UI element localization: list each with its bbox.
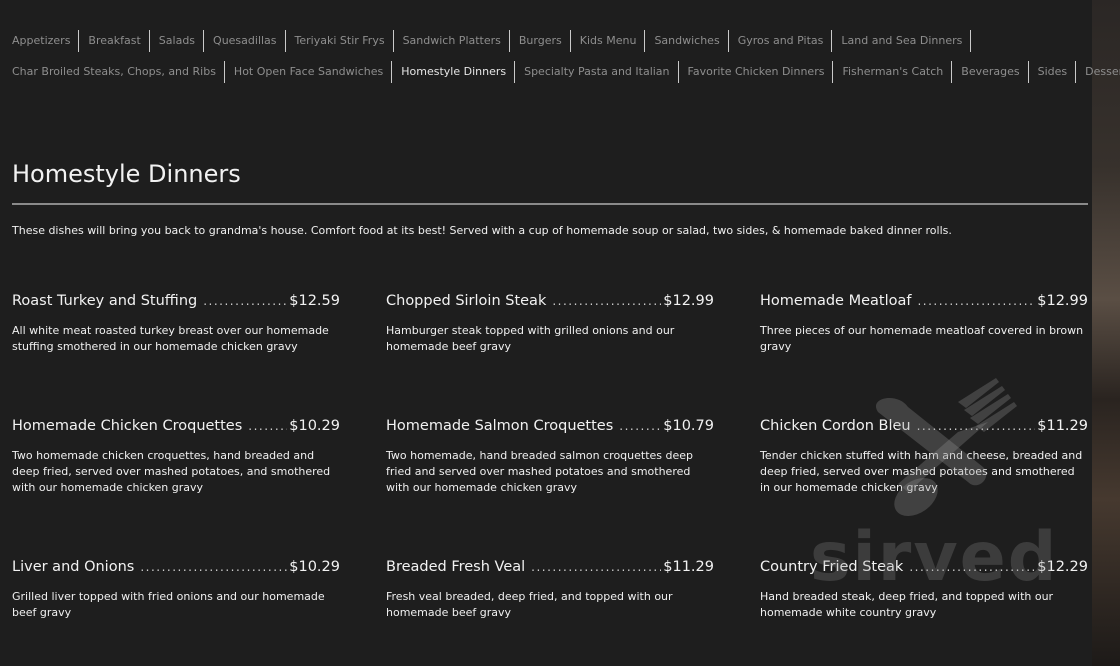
nav-item-fishermans-catch[interactable]: Fisherman's Catch: [842, 61, 953, 83]
dish-name: Homemade Chicken Croquettes: [12, 418, 243, 434]
dish-price: $10.29: [289, 418, 340, 434]
leader-dots: ........................................…: [140, 560, 288, 574]
dish-item: Liver and Onions........................…: [12, 559, 340, 621]
dish-description: Fresh veal breaded, deep fried, and topp…: [386, 590, 673, 619]
dish-price: $12.99: [663, 293, 714, 309]
section-title: Homestyle Dinners: [12, 160, 241, 188]
nav-item-desserts[interactable]: Desserts: [1085, 61, 1120, 83]
dish-price: $10.79: [663, 418, 714, 434]
nav-item-char-broiled-steaks[interactable]: Char Broiled Steaks, Chops, and Ribs: [12, 61, 225, 83]
dish-description: Hamburger steak topped with grilled onio…: [386, 324, 675, 353]
nav-item-beverages[interactable]: Beverages: [961, 61, 1029, 83]
dish-name: Roast Turkey and Stuffing: [12, 293, 198, 309]
dish-price: $12.59: [289, 293, 340, 309]
nav-item-homestyle-dinners[interactable]: Homestyle Dinners: [401, 61, 516, 83]
dish-name: Chicken Cordon Bleu: [760, 418, 911, 434]
dish-price: $12.29: [1037, 559, 1088, 575]
dish-item: Roast Turkey and Stuffing...............…: [12, 293, 340, 355]
leader-dots: ........................................…: [916, 419, 1036, 433]
dish-description: Two homemade, hand breaded salmon croque…: [386, 449, 694, 494]
leader-dots: ........................................…: [909, 560, 1035, 574]
title-divider: [12, 203, 1088, 205]
dish-name: Country Fried Steak: [760, 559, 904, 575]
dish-item: Homemade Chicken Croquettes.............…: [12, 418, 340, 496]
dish-name: Homemade Meatloaf: [760, 293, 912, 309]
leader-dots: ........................................…: [619, 419, 662, 433]
nav-item-appetizers[interactable]: Appetizers: [12, 30, 80, 52]
dish-price: $11.29: [663, 559, 714, 575]
dish-price: $12.99: [1037, 293, 1088, 309]
dish-price: $10.29: [289, 559, 340, 575]
dish-item: Country Fried Steak.....................…: [760, 559, 1088, 621]
nav-item-quesadillas[interactable]: Quesadillas: [213, 30, 286, 52]
dish-description: Two homemade chicken croquettes, hand br…: [12, 449, 331, 494]
section-intro: These dishes will bring you back to gran…: [12, 224, 952, 237]
nav-item-land-and-sea-dinners[interactable]: Land and Sea Dinners: [841, 30, 972, 52]
nav-item-burgers[interactable]: Burgers: [519, 30, 571, 52]
nav-item-salads[interactable]: Salads: [159, 30, 205, 52]
nav-item-sandwiches[interactable]: Sandwiches: [654, 30, 729, 52]
leader-dots: ........................................…: [248, 419, 287, 433]
nav-item-specialty-pasta[interactable]: Specialty Pasta and Italian: [524, 61, 679, 83]
category-nav-row-2: Char Broiled Steaks, Chops, and Ribs Hot…: [12, 61, 1120, 83]
leader-dots: ........................................…: [203, 294, 287, 308]
nav-item-kids-menu[interactable]: Kids Menu: [580, 30, 646, 52]
dish-name: Breaded Fresh Veal: [386, 559, 526, 575]
dish-description: Hand breaded steak, deep fried, and topp…: [760, 590, 1054, 619]
category-nav-row-1: Appetizers Breakfast Salads Quesadillas …: [12, 30, 980, 52]
dish-description: All white meat roasted turkey breast ove…: [12, 324, 329, 353]
background-photo-right: [1092, 0, 1120, 666]
dish-item: Chicken Cordon Bleu.....................…: [760, 418, 1088, 496]
dish-name: Liver and Onions: [12, 559, 135, 575]
nav-item-sides[interactable]: Sides: [1038, 61, 1077, 83]
nav-item-hot-open-face-sandwiches[interactable]: Hot Open Face Sandwiches: [234, 61, 393, 83]
nav-item-sandwich-platters[interactable]: Sandwich Platters: [403, 30, 510, 52]
dish-description: Tender chicken stuffed with ham and chee…: [760, 449, 1083, 494]
dish-item: Homemade Meatloaf.......................…: [760, 293, 1088, 355]
dish-item: Chopped Sirloin Steak...................…: [386, 293, 714, 355]
dish-item: Breaded Fresh Veal......................…: [386, 559, 714, 621]
leader-dots: ........................................…: [917, 294, 1036, 308]
leader-dots: ........................................…: [552, 294, 661, 308]
dish-name: Homemade Salmon Croquettes: [386, 418, 614, 434]
nav-item-teriyaki-stir-frys[interactable]: Teriyaki Stir Frys: [295, 30, 394, 52]
menu-panel: Appetizers Breakfast Salads Quesadillas …: [0, 0, 1120, 666]
nav-item-favorite-chicken-dinners[interactable]: Favorite Chicken Dinners: [688, 61, 834, 83]
nav-item-gyros-and-pitas[interactable]: Gyros and Pitas: [738, 30, 833, 52]
dish-item: Homemade Salmon Croquettes..............…: [386, 418, 714, 496]
dish-name: Chopped Sirloin Steak: [386, 293, 547, 309]
dish-description: Grilled liver topped with fried onions a…: [12, 590, 325, 619]
dish-description: Three pieces of our homemade meatloaf co…: [760, 324, 1084, 353]
leader-dots: ........................................…: [531, 560, 661, 574]
dish-price: $11.29: [1037, 418, 1088, 434]
nav-item-breakfast[interactable]: Breakfast: [88, 30, 150, 52]
